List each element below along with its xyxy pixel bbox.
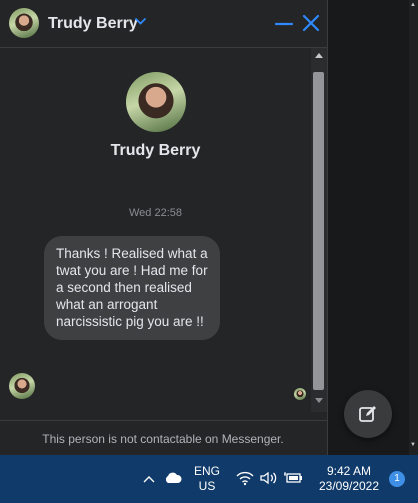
scroll-up-arrow[interactable]: ▲ <box>410 2 416 8</box>
speaker-icon[interactable] <box>259 470 279 486</box>
language-indicator[interactable]: ENG US <box>192 464 222 494</box>
language-code: ENG <box>193 464 220 478</box>
new-message-button[interactable] <box>344 390 392 438</box>
scroll-up-arrow[interactable] <box>315 53 323 58</box>
message-bubble[interactable]: Thanks ! Realised what a twat you are ! … <box>44 236 220 340</box>
chat-header: Trudy Berry <box>0 0 327 48</box>
desktop-background <box>328 0 418 455</box>
clock-date: 23/09/2022 <box>318 479 380 493</box>
contact-name[interactable]: Trudy Berry <box>48 15 138 33</box>
cloud-icon[interactable] <box>163 471 183 485</box>
profile-avatar[interactable] <box>126 72 186 132</box>
page-scrollbar[interactable]: ▲ ▼ <box>409 0 418 455</box>
not-contactable-notice: This person is not contactable on Messen… <box>42 432 284 446</box>
scroll-down-arrow[interactable] <box>315 398 323 403</box>
windows-taskbar: ENG US 9:42 AM 23/09/2022 1 <box>0 455 418 503</box>
battery-icon[interactable] <box>284 470 304 486</box>
wifi-icon[interactable] <box>236 470 254 486</box>
minimize-icon[interactable] <box>275 13 293 33</box>
chevron-down-icon[interactable] <box>134 15 147 28</box>
language-region: US <box>198 479 216 493</box>
chat-footer: This person is not contactable on Messen… <box>0 420 327 455</box>
chat-window: Trudy Berry Trudy Berry Wed 22:58 Thanks… <box>0 0 328 455</box>
seen-indicator-avatar <box>294 388 306 400</box>
close-icon[interactable] <box>301 13 321 33</box>
notification-badge[interactable]: 1 <box>389 471 405 487</box>
chat-scrollbar[interactable] <box>311 48 327 412</box>
clock-time: 9:42 AM <box>326 464 372 478</box>
contact-avatar[interactable] <box>9 8 39 38</box>
message-thread[interactable]: Trudy Berry Wed 22:58 Thanks ! Realised … <box>0 48 311 412</box>
scrollbar-thumb[interactable] <box>313 72 324 390</box>
sender-avatar[interactable] <box>9 373 35 399</box>
chevron-up-icon[interactable] <box>142 473 156 485</box>
profile-name: Trudy Berry <box>110 142 201 159</box>
compose-icon <box>359 406 376 422</box>
scroll-down-arrow[interactable]: ▼ <box>410 442 416 448</box>
message-timestamp: Wed 22:58 <box>128 207 182 219</box>
system-clock[interactable]: 9:42 AM 23/09/2022 <box>312 464 386 494</box>
